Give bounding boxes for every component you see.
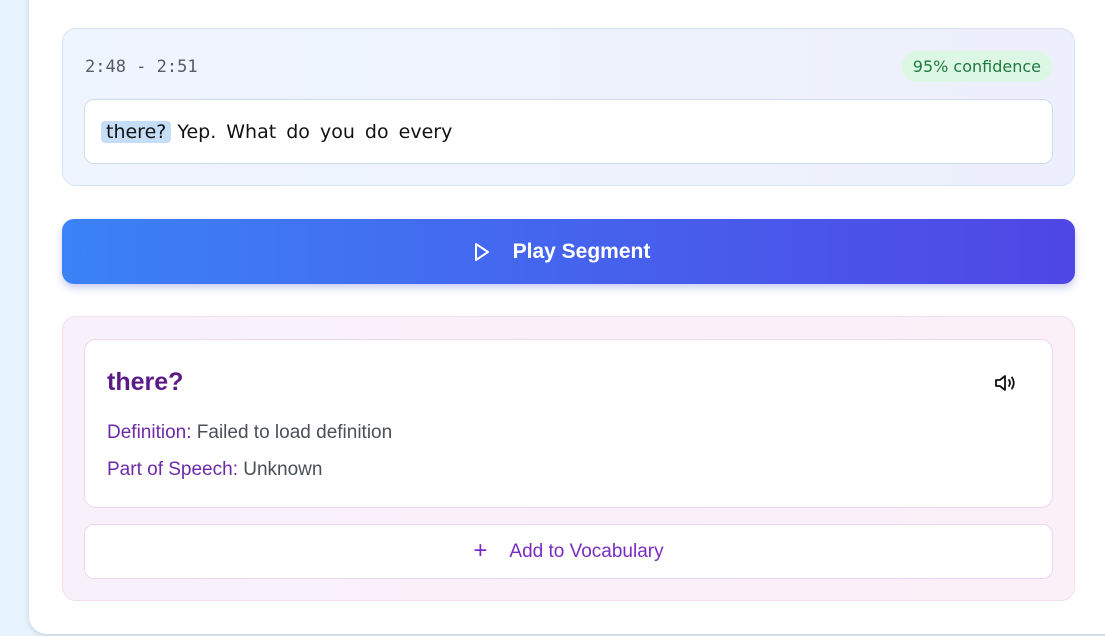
play-segment-label: Play Segment (512, 239, 651, 263)
confidence-badge: 95% confidence (901, 51, 1052, 82)
plus-icon: + (473, 536, 488, 564)
definition-row: Definition: Failed to load definition (107, 422, 392, 444)
transcript-text-box: there? Yep. What do you do every (84, 99, 1053, 164)
vocabulary-panel: there? Definition: Failed to load defini… (62, 316, 1075, 601)
add-to-vocabulary-button[interactable]: + Add to Vocabulary (84, 524, 1053, 579)
definition-word: there? (107, 368, 184, 396)
selected-word[interactable]: there? (101, 120, 172, 143)
play-segment-button[interactable]: Play Segment (62, 219, 1075, 284)
part-of-speech-row: Part of Speech: Unknown (107, 459, 322, 481)
part-of-speech-label: Part of Speech: (107, 459, 238, 480)
definition-card: there? Definition: Failed to load defini… (84, 339, 1053, 508)
transcript-panel: 2:48 - 2:51 95% confidence there? Yep. W… (62, 28, 1075, 186)
segment-time-range: 2:48 - 2:51 (85, 57, 198, 77)
play-icon (474, 242, 489, 261)
speaker-icon[interactable] (994, 373, 1018, 393)
part-of-speech-value: Unknown (243, 459, 323, 480)
transcript-text[interactable]: Yep. What do you do every (177, 121, 452, 143)
add-to-vocabulary-label: Add to Vocabulary (509, 540, 664, 562)
definition-value: Failed to load definition (196, 422, 393, 443)
definition-label: Definition: (107, 422, 192, 443)
